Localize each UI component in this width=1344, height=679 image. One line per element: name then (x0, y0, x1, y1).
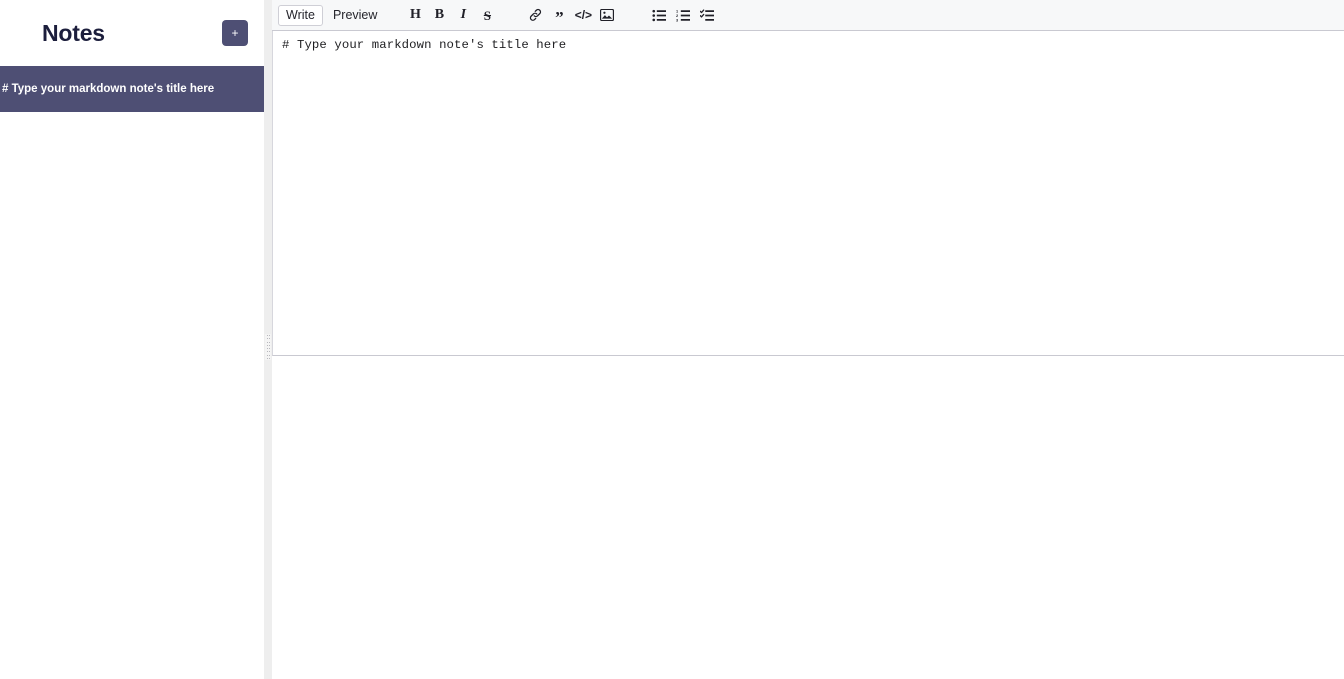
grip-dot (269, 351, 270, 352)
quote-button[interactable]: ” (547, 3, 571, 27)
strikethrough-button[interactable]: S (475, 3, 499, 27)
heading-button[interactable]: H (403, 3, 427, 27)
grip-dot (269, 345, 270, 346)
heading-icon: H (410, 8, 421, 22)
tab-preview-label: Preview (333, 8, 377, 22)
bulleted-list-icon (652, 9, 666, 22)
code-icon: </> (575, 9, 592, 21)
tab-write-label: Write (286, 8, 315, 22)
list-item[interactable]: # Type your markdown note's title here (0, 66, 264, 112)
bulleted-list-button[interactable] (647, 3, 671, 27)
sidebar-header: Notes + (0, 0, 264, 66)
link-icon (528, 8, 542, 22)
grip-dot (267, 355, 268, 356)
markdown-textarea[interactable]: # Type your markdown note's title here (282, 37, 1336, 55)
grip-dot (269, 358, 270, 359)
grip-row (267, 358, 270, 359)
link-button[interactable] (523, 3, 547, 27)
grip-row (267, 345, 270, 346)
numbered-list-icon: 1 2 3 (676, 9, 690, 22)
image-button[interactable] (595, 3, 619, 27)
bold-icon: B (435, 8, 444, 22)
add-note-button[interactable]: + (222, 20, 248, 46)
panel-resize-handle[interactable] (265, 334, 271, 360)
grip-row (267, 348, 270, 349)
toolbar-group-lists: 1 2 3 (647, 3, 719, 27)
grip-dot (269, 335, 270, 336)
grip-dot (269, 342, 270, 343)
grip-dot (267, 335, 268, 336)
notes-list: # Type your markdown note's title here (0, 66, 264, 112)
task-list-button[interactable] (695, 3, 719, 27)
grip-row (267, 342, 270, 343)
sidebar: Notes + # Type your markdown note's titl… (0, 0, 264, 679)
grip-row (267, 338, 270, 339)
grip-dot (269, 355, 270, 356)
bold-button[interactable]: B (427, 3, 451, 27)
tab-write[interactable]: Write (278, 5, 323, 26)
grip-row (267, 351, 270, 352)
task-list-icon (700, 9, 714, 22)
numbered-list-button[interactable]: 1 2 3 (671, 3, 695, 27)
strikethrough-icon: S (484, 9, 491, 22)
grip-row (267, 335, 270, 336)
grip-dot (267, 342, 268, 343)
plus-icon: + (231, 27, 238, 39)
editor-toolbar: Write Preview H B I S (272, 0, 1344, 31)
note-item-title: # Type your markdown note's title here (2, 83, 214, 95)
quote-icon: ” (555, 13, 564, 23)
tab-preview[interactable]: Preview (325, 5, 385, 26)
image-icon (600, 9, 614, 21)
svg-text:3: 3 (676, 18, 678, 22)
svg-text:1: 1 (676, 9, 679, 13)
toolbar-group-text-format: H B I S (403, 3, 499, 27)
italic-button[interactable]: I (451, 3, 475, 27)
grip-dot (269, 338, 270, 339)
editor-pane: Write Preview H B I S (272, 0, 1344, 679)
grip-dot (267, 338, 268, 339)
grip-row (267, 355, 270, 356)
code-button[interactable]: </> (571, 3, 595, 27)
grip-dot (267, 348, 268, 349)
page-title: Notes (42, 22, 105, 45)
grip-dot (267, 358, 268, 359)
toolbar-group-insert: ” </> (523, 3, 619, 27)
grip-dot (269, 348, 270, 349)
grip-dot (267, 351, 268, 352)
grip-dot (267, 345, 268, 346)
svg-text:2: 2 (676, 13, 678, 17)
italic-icon: I (461, 8, 466, 22)
markdown-editor-body[interactable]: # Type your markdown note's title here (272, 31, 1344, 356)
app-root: Notes + # Type your markdown note's titl… (0, 0, 1344, 679)
editor-footer-area (272, 356, 1344, 679)
sidebar-gutter (264, 0, 272, 679)
